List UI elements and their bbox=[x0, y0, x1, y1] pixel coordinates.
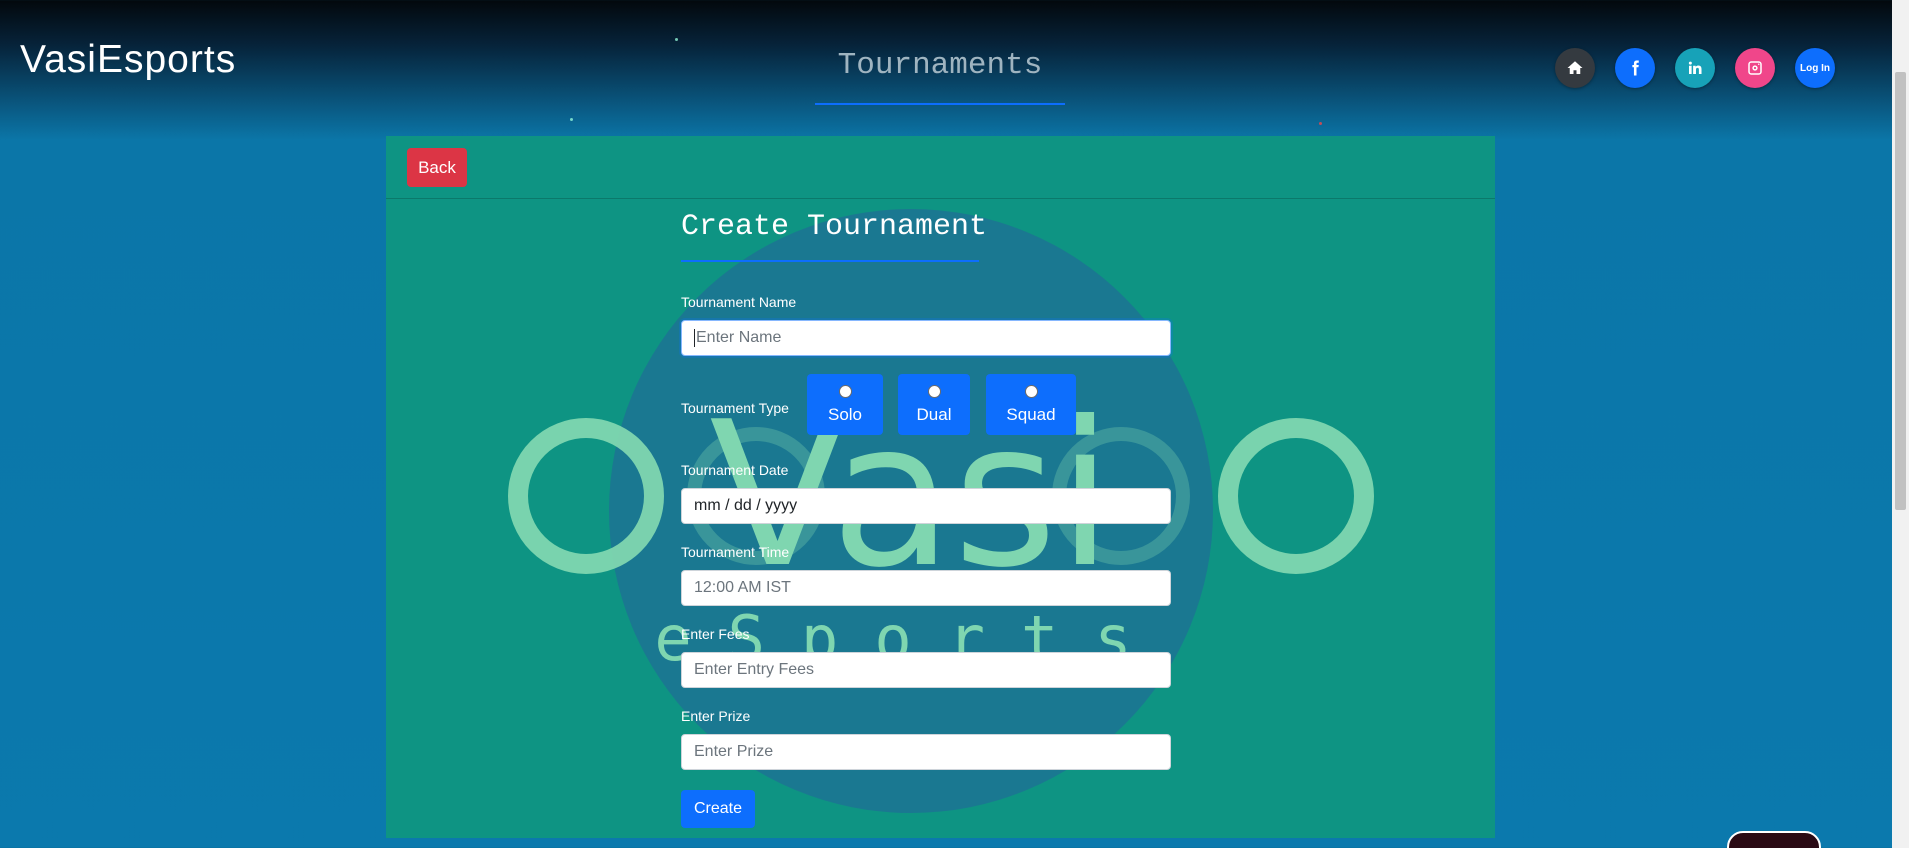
brand-logo[interactable]: VasiEsports bbox=[20, 38, 236, 82]
scrollbar-thumb[interactable] bbox=[1895, 72, 1906, 510]
star-decoration bbox=[675, 38, 678, 41]
page-scrollbar[interactable] bbox=[1892, 0, 1909, 848]
type-option-squad[interactable]: Squad bbox=[986, 374, 1076, 435]
fees-label: Enter Fees bbox=[681, 626, 750, 642]
type-option-dual[interactable]: Dual bbox=[898, 374, 970, 435]
title-underline bbox=[815, 103, 1065, 105]
text-caret bbox=[694, 329, 695, 347]
tournament-name-placeholder: Enter Name bbox=[696, 329, 782, 346]
date-value: mm / dd / yyyy bbox=[694, 497, 798, 514]
tournament-name-label: Tournament Name bbox=[681, 294, 797, 310]
linkedin-button[interactable] bbox=[1675, 48, 1715, 88]
time-value: 12:00 AM IST bbox=[694, 579, 791, 596]
home-icon bbox=[1567, 61, 1583, 74]
instagram-button[interactable] bbox=[1735, 48, 1775, 88]
panel-header: Back bbox=[386, 136, 1495, 199]
facebook-button[interactable] bbox=[1615, 48, 1655, 88]
squad-radio[interactable] bbox=[1024, 385, 1038, 398]
floating-widget[interactable] bbox=[1727, 831, 1821, 848]
linkedin-icon bbox=[1688, 61, 1702, 74]
type-option-solo[interactable]: Solo bbox=[807, 374, 883, 435]
prize-placeholder: Enter Prize bbox=[694, 743, 774, 760]
dual-label: Dual bbox=[916, 405, 952, 424]
create-button[interactable]: Create bbox=[681, 790, 755, 828]
tournament-date-input[interactable]: mm / dd / yyyy bbox=[681, 488, 1171, 524]
login-label: Log In bbox=[1800, 62, 1830, 74]
star-decoration bbox=[570, 118, 573, 121]
dual-radio[interactable] bbox=[927, 385, 941, 398]
back-button[interactable]: Back bbox=[407, 148, 467, 187]
tournament-date-label: Tournament Date bbox=[681, 462, 789, 478]
solo-radio[interactable] bbox=[838, 385, 852, 398]
page-title: Tournaments bbox=[837, 48, 1043, 83]
solo-label: Solo bbox=[827, 405, 863, 424]
fees-input[interactable]: Enter Entry Fees bbox=[681, 652, 1171, 688]
prize-input[interactable]: Enter Prize bbox=[681, 734, 1171, 770]
tournament-name-input[interactable]: Enter Name bbox=[681, 320, 1171, 356]
fees-placeholder: Enter Entry Fees bbox=[694, 661, 815, 678]
prize-label: Enter Prize bbox=[681, 708, 751, 724]
login-button[interactable]: Log In bbox=[1795, 48, 1835, 88]
tournament-time-input[interactable]: 12:00 AM IST bbox=[681, 570, 1171, 606]
tournament-time-label: Tournament Time bbox=[681, 544, 790, 560]
form-title-underline bbox=[681, 260, 979, 262]
facebook-icon bbox=[1632, 60, 1639, 76]
form-title: Create Tournament bbox=[681, 210, 988, 244]
tournament-type-label: Tournament Type bbox=[681, 400, 789, 416]
instagram-icon bbox=[1748, 61, 1762, 75]
star-decoration bbox=[1319, 122, 1322, 125]
home-button[interactable] bbox=[1555, 48, 1595, 88]
create-tournament-panel: Vasi eSports Back Create Tournament Tour… bbox=[386, 136, 1495, 838]
squad-label: Squad bbox=[1006, 405, 1056, 424]
